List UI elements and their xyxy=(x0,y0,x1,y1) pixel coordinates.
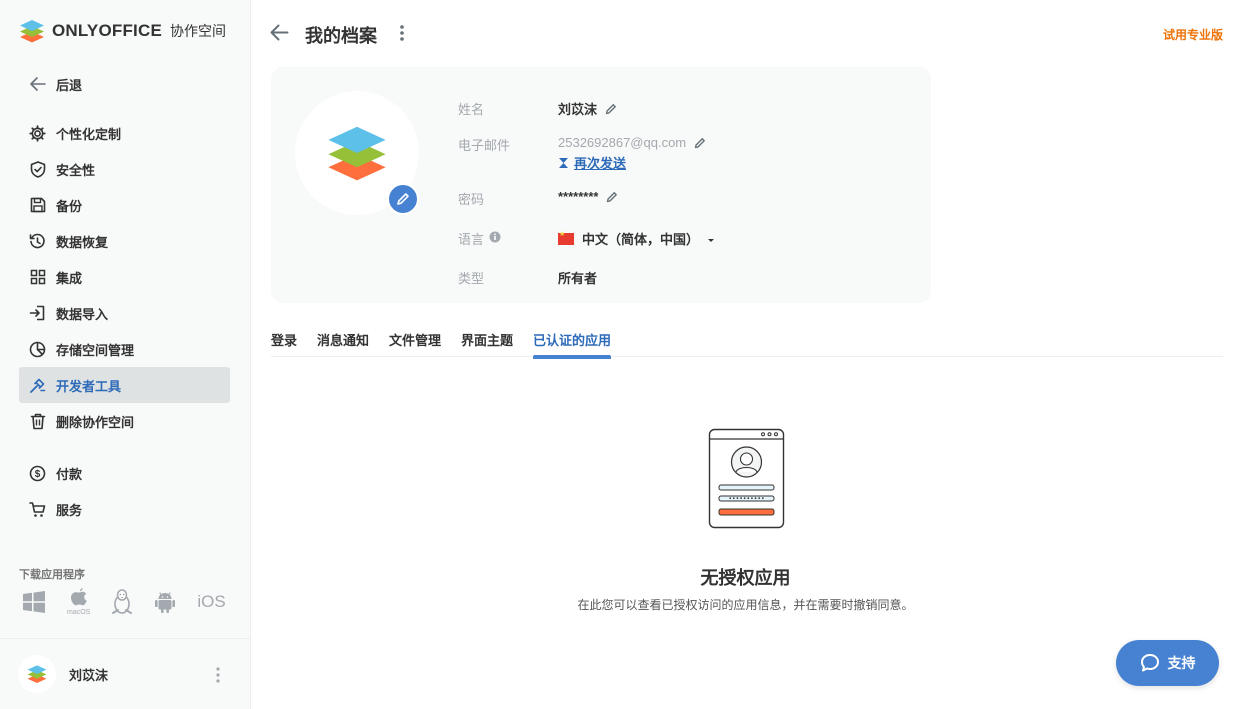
grid-icon xyxy=(29,269,46,286)
name-value: 刘苡沫 xyxy=(558,102,598,117)
pencil-icon[interactable] xyxy=(606,191,618,203)
user-name: 刘苡沫 xyxy=(69,667,109,683)
sidebar-item-label: 服务 xyxy=(56,502,83,518)
tab-file-management[interactable]: 文件管理 xyxy=(389,330,441,357)
caret-down-icon xyxy=(707,231,715,246)
type-value: 所有者 xyxy=(558,271,598,286)
support-label: 支持 xyxy=(1167,655,1196,671)
china-flag-icon xyxy=(558,230,574,245)
chat-bubble-icon xyxy=(1140,654,1159,672)
name-label: 姓名 xyxy=(458,102,485,117)
cart-icon xyxy=(29,501,46,518)
page-title: 我的档案 xyxy=(305,26,377,46)
avatar[interactable] xyxy=(18,655,56,693)
back-arrow-icon[interactable] xyxy=(270,24,289,44)
tab-login[interactable]: 登录 xyxy=(271,330,297,357)
info-icon[interactable] xyxy=(489,231,501,246)
sidebar-item-label: 数据恢复 xyxy=(56,234,109,250)
onlyoffice-logo-icon xyxy=(27,665,47,684)
sidebar-item-label: 数据导入 xyxy=(56,306,109,322)
sidebar-item-integration[interactable]: 集成 xyxy=(19,259,230,295)
trial-pro-link[interactable]: 试用专业版 xyxy=(1163,26,1223,43)
sidebar-item-label: 集成 xyxy=(56,270,83,286)
sidebar-item-label: 安全性 xyxy=(56,162,96,178)
gear-icon xyxy=(29,124,46,142)
devtools-icon xyxy=(29,377,46,394)
trash-icon xyxy=(29,413,46,430)
brand-logo[interactable]: ONLYOFFICE 协作空间 xyxy=(18,18,226,44)
more-vertical-icon[interactable] xyxy=(216,667,220,686)
language-label-group: 语言 xyxy=(458,229,501,248)
user-profile-footer[interactable]: 刘苡沫 xyxy=(0,638,250,709)
empty-state-description: 在此您可以查看已授权访问的应用信息，并在需要时撤销同意。 xyxy=(577,598,914,612)
restore-icon xyxy=(29,233,46,250)
coin-icon: $ xyxy=(29,465,46,482)
email-field: 2532692867@qq.com xyxy=(558,135,706,150)
arrow-left-icon xyxy=(29,76,46,93)
sidebar-item-label: 个性化定制 xyxy=(56,126,122,142)
pencil-icon[interactable] xyxy=(605,103,617,115)
resend-label: 再次发送 xyxy=(574,156,627,171)
svg-text:$: $ xyxy=(35,469,41,480)
sidebar-item-security[interactable]: 安全性 xyxy=(19,151,230,187)
floppy-icon xyxy=(29,197,46,214)
onlyoffice-logo-icon xyxy=(20,20,44,43)
sidebar-item-developer-tools[interactable]: 开发者工具 xyxy=(19,367,230,403)
pencil-icon[interactable] xyxy=(694,137,706,149)
svg-text:••••••••••: •••••••••• xyxy=(728,496,764,503)
onlyoffice-logo-icon xyxy=(328,126,386,181)
empty-state-illustration: •••••••••• xyxy=(707,428,787,535)
sidebar-item-label: 备份 xyxy=(56,198,83,214)
profile-card: 姓名 刘苡沫 电子邮件 2532692867@qq.com 再次发送 密码 **… xyxy=(271,67,931,303)
pencil-icon xyxy=(397,193,409,205)
sidebar-item-customization[interactable]: 个性化定制 xyxy=(19,115,230,151)
sidebar-item-backup[interactable]: 备份 xyxy=(19,187,230,223)
sidebar-back-label: 后退 xyxy=(56,77,83,93)
type-field: 所有者 xyxy=(558,268,597,287)
shield-icon xyxy=(29,160,46,178)
empty-state-title: 无授权应用 xyxy=(700,568,791,588)
sidebar-back[interactable]: 后退 xyxy=(19,66,230,102)
sidebar-item-label: 存储空间管理 xyxy=(56,342,135,358)
import-icon xyxy=(29,305,46,322)
sidebar-item-restore[interactable]: 数据恢复 xyxy=(19,223,230,259)
sidebar-item-label: 付款 xyxy=(56,466,83,482)
sidebar-item-delete-space[interactable]: 删除协作空间 xyxy=(19,403,230,439)
language-selector[interactable]: 中文（简体，中国） xyxy=(558,229,715,248)
tab-authorized-apps[interactable]: 已认证的应用 xyxy=(533,330,612,359)
brand-name: ONLYOFFICE xyxy=(52,21,162,40)
sidebar-item-services[interactable]: 服务 xyxy=(19,491,230,527)
password-value: ******** xyxy=(558,189,599,204)
sidebar-item-label: 开发者工具 xyxy=(56,378,122,394)
name-field: 刘苡沫 xyxy=(558,99,617,118)
brand-subtitle: 协作空间 xyxy=(170,23,226,39)
email-value: 2532692867@qq.com xyxy=(558,135,687,150)
pie-icon xyxy=(29,341,46,358)
more-vertical-icon[interactable] xyxy=(399,24,405,45)
password-field: ******** xyxy=(558,189,618,204)
sidebar-item-label: 删除协作空间 xyxy=(56,414,135,430)
sidebar-item-storage[interactable]: 存储空间管理 xyxy=(19,331,230,367)
support-button[interactable]: 支持 xyxy=(1116,640,1219,686)
resend-activation-link[interactable]: 再次发送 xyxy=(558,153,626,172)
tab-interface-theme[interactable]: 界面主题 xyxy=(461,330,513,357)
password-label: 密码 xyxy=(458,192,485,207)
language-label: 语言 xyxy=(458,232,485,247)
sidebar-item-data-import[interactable]: 数据导入 xyxy=(19,295,230,331)
avatar-edit-button[interactable] xyxy=(387,183,419,215)
profile-tabs: 登录 消息通知 文件管理 界面主题 已认证的应用 xyxy=(271,330,1223,359)
hourglass-icon xyxy=(559,157,568,168)
sidebar-item-payments[interactable]: $ 付款 xyxy=(19,455,230,491)
language-value: 中文（简体，中国） xyxy=(582,232,700,247)
tab-notifications[interactable]: 消息通知 xyxy=(317,330,369,357)
email-label: 电子邮件 xyxy=(458,138,511,153)
type-label: 类型 xyxy=(458,271,485,286)
